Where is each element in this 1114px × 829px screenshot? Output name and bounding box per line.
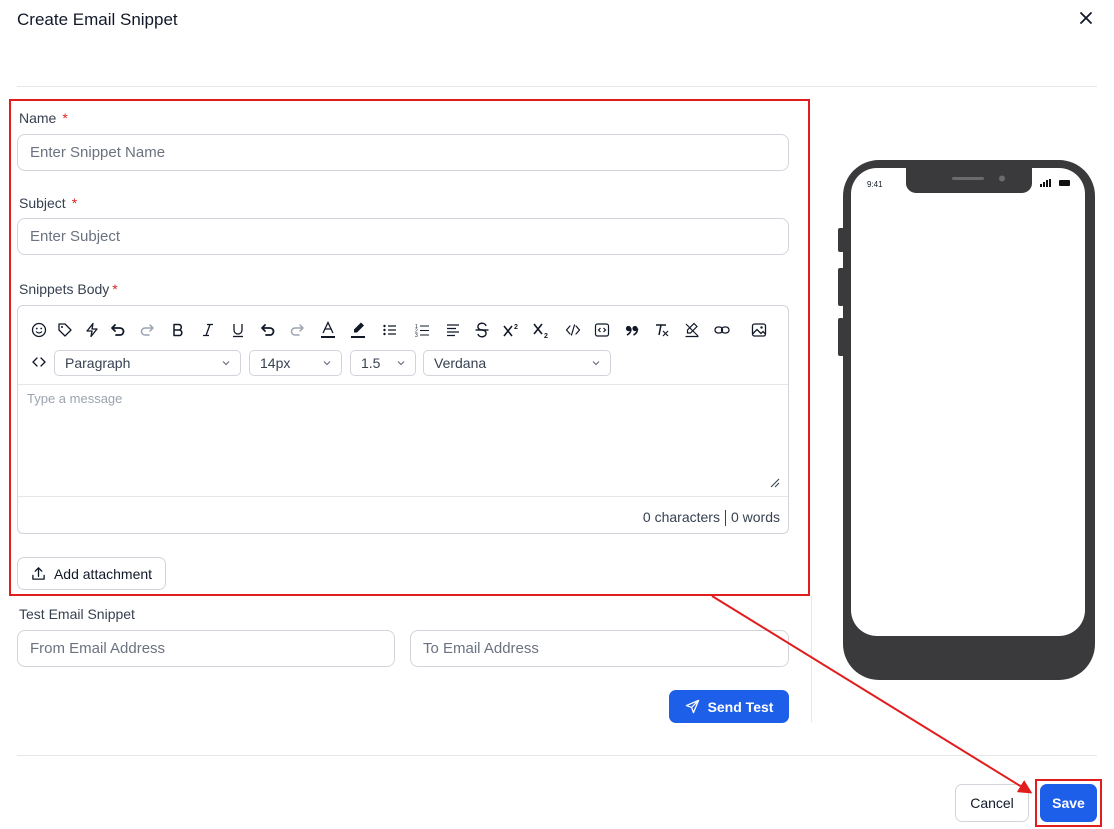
undo-icon[interactable] [108, 320, 128, 340]
phone-preview: 9:41 [838, 158, 1098, 687]
name-label: Name * [19, 110, 68, 126]
paragraph-value: Paragraph [65, 355, 131, 371]
redo-icon[interactable] [287, 320, 307, 340]
svg-text:2: 2 [544, 333, 548, 338]
line-height-value: 1.5 [361, 355, 381, 371]
add-attachment-label: Add attachment [53, 565, 153, 582]
bold-icon[interactable] [168, 320, 188, 340]
snippet-name-input[interactable] [17, 134, 789, 171]
resize-handle-icon[interactable] [770, 475, 780, 493]
save-button[interactable]: Save [1040, 784, 1097, 822]
chevron-down-icon [220, 356, 232, 372]
send-test-button[interactable]: Send Test [669, 690, 789, 723]
subject-label: Subject * [19, 195, 78, 211]
image-icon[interactable] [749, 320, 769, 340]
smiley-icon[interactable] [29, 320, 49, 340]
header-divider [17, 86, 1097, 87]
strikethrough-icon[interactable] [472, 320, 492, 340]
cancel-label: Cancel [970, 795, 1014, 811]
quote-icon[interactable] [622, 320, 642, 340]
send-test-label: Send Test [707, 698, 774, 715]
font-size-select[interactable]: 14px [249, 350, 342, 376]
superscript-icon[interactable]: 2 [502, 320, 522, 340]
align-icon[interactable] [443, 320, 463, 340]
subscript-icon[interactable]: 2 [532, 320, 552, 340]
undo-icon[interactable] [258, 320, 278, 340]
bolt-icon[interactable] [82, 320, 102, 340]
word-count: 0 words [730, 509, 780, 525]
redo-icon[interactable] [137, 320, 157, 340]
text-color-icon[interactable] [318, 320, 338, 340]
send-icon [685, 699, 700, 714]
char-word-counter: 0 characters 0 words [642, 509, 780, 527]
add-attachment-button[interactable]: Add attachment [17, 557, 166, 590]
italic-icon[interactable] [198, 320, 218, 340]
from-email-input[interactable] [17, 630, 395, 667]
highlight-icon[interactable] [348, 320, 368, 340]
code-block-icon[interactable] [592, 320, 612, 340]
svg-text:3: 3 [415, 333, 418, 338]
font-family-value: Verdana [434, 355, 487, 371]
clear-format-icon[interactable] [652, 320, 672, 340]
tag-icon[interactable] [55, 320, 75, 340]
underline-icon[interactable] [228, 320, 248, 340]
font-family-select[interactable]: Verdana [423, 350, 611, 376]
chevron-down-icon [590, 356, 602, 372]
subject-input[interactable] [17, 218, 789, 255]
chevron-down-icon [321, 356, 333, 372]
message-placeholder: Type a message [27, 391, 123, 406]
chevron-down-icon [395, 356, 407, 372]
character-count: 0 characters [642, 509, 720, 525]
counter-divider [18, 496, 788, 497]
link-icon[interactable] [712, 320, 732, 340]
source-code-icon[interactable] [29, 352, 49, 372]
paragraph-select[interactable]: Paragraph [54, 350, 241, 376]
message-body-area[interactable]: Type a message [18, 384, 788, 497]
snippets-body-label: Snippets Body * [19, 281, 118, 297]
svg-text:2: 2 [514, 324, 518, 331]
code-icon[interactable] [563, 320, 583, 340]
to-email-input[interactable] [410, 630, 789, 667]
phone-time: 9:41 [867, 180, 883, 189]
font-size-value: 14px [260, 355, 291, 371]
column-divider [811, 596, 812, 722]
dialog-title: Create Email Snippet [17, 10, 178, 29]
numbered-list-icon[interactable]: 123 [413, 320, 433, 340]
line-height-select[interactable]: 1.5 [350, 350, 416, 376]
bullet-list-icon[interactable] [380, 320, 400, 340]
clear-highlight-icon[interactable] [682, 320, 702, 340]
footer-divider [17, 755, 1097, 756]
test-email-label: Test Email Snippet [19, 606, 135, 622]
upload-icon [31, 566, 46, 581]
close-icon[interactable] [1076, 8, 1096, 28]
save-label: Save [1052, 795, 1085, 811]
rich-text-editor: 123 2 2 Paragraph 14px 1.5 Verdana Type … [17, 305, 789, 534]
cancel-button[interactable]: Cancel [955, 784, 1029, 822]
